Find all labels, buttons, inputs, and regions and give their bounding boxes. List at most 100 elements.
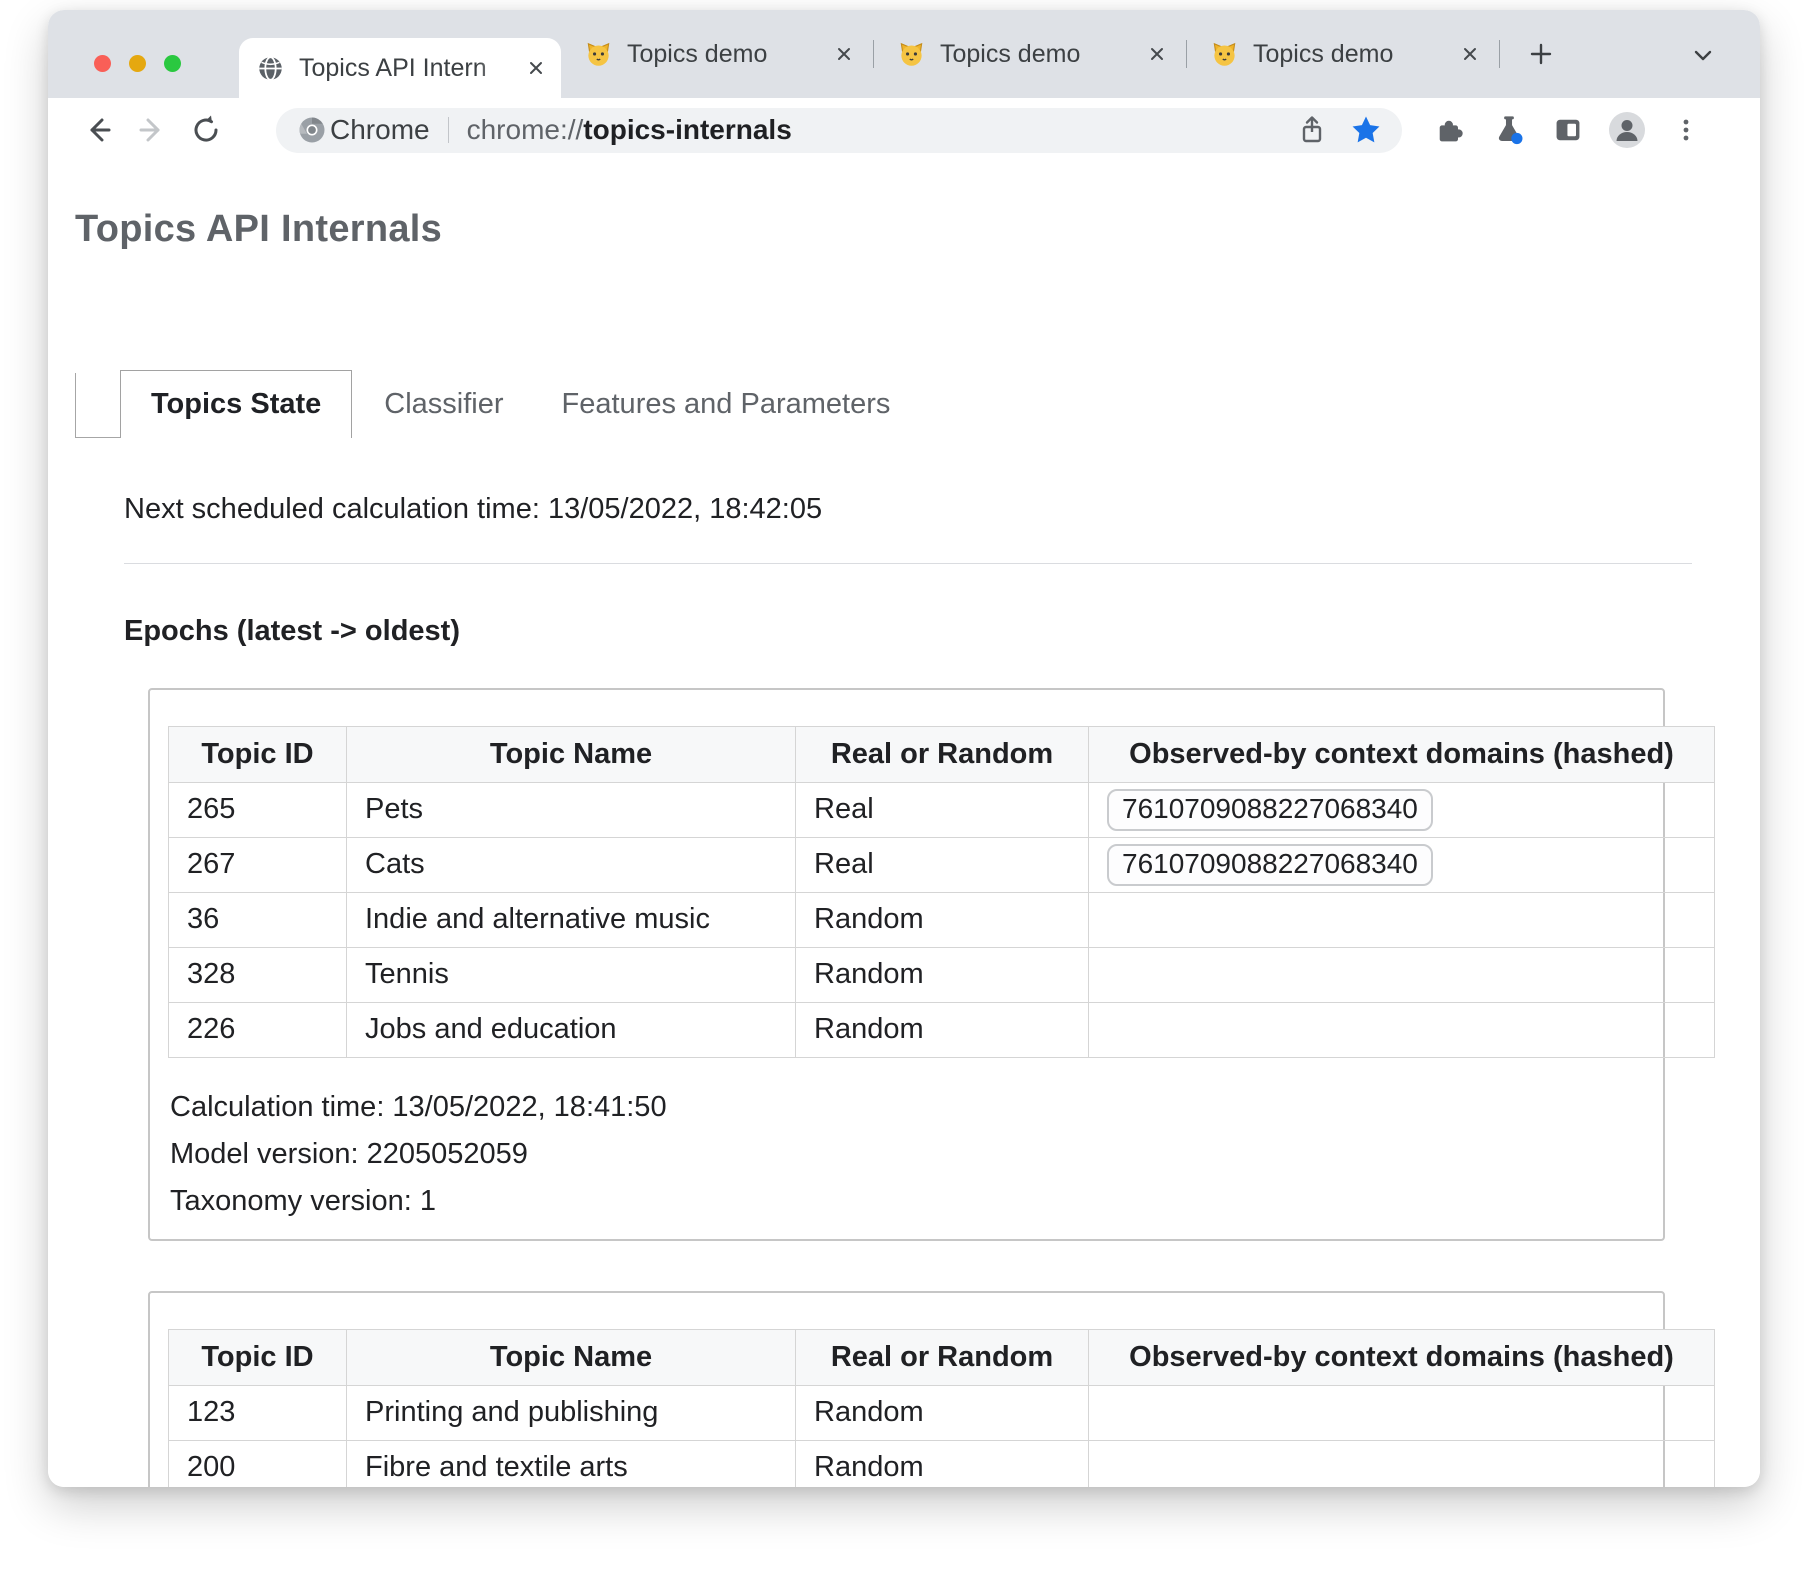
table-header-row: Topic IDTopic NameReal or RandomObserved… — [169, 1329, 1715, 1385]
browser-tab-topics-internals[interactable]: Topics API Intern — [239, 38, 561, 98]
tab-features-and-parameters[interactable]: Features and Parameters — [536, 371, 917, 438]
hashed-domain-chip: 7610709088227068340 — [1107, 789, 1433, 831]
cat-icon — [898, 41, 925, 68]
real-or-random-cell: Real — [796, 782, 1089, 837]
table-row: 226Jobs and educationRandom — [169, 1002, 1715, 1057]
cat-icon — [585, 41, 612, 68]
epoch-box: Topic IDTopic NameReal or RandomObserved… — [148, 688, 1665, 1241]
url-scheme: chrome:// — [467, 114, 584, 145]
page-content: Topics API Internals Topics State Classi… — [48, 162, 1760, 1487]
topic-name-cell: Pets — [347, 782, 796, 837]
topic-id-cell: 267 — [169, 837, 347, 892]
tab-close-icon[interactable] — [833, 43, 855, 65]
real-or-random-cell: Random — [796, 947, 1089, 1002]
real-or-random-cell: Real — [796, 837, 1089, 892]
topic-name-cell: Printing and publishing — [347, 1385, 796, 1440]
tab-overview-chevron-icon[interactable] — [1690, 42, 1716, 68]
column-header: Real or Random — [796, 726, 1089, 782]
share-icon[interactable] — [1294, 112, 1330, 148]
url-host: topics-internals — [583, 114, 791, 145]
taxonomy-version: Taxonomy version: 1 — [170, 1178, 1663, 1225]
browser-window: Topics API Intern Topics demo — [48, 10, 1760, 1487]
observed-domains-cell: 7610709088227068340 — [1089, 837, 1715, 892]
globe-icon — [257, 55, 284, 82]
table-row: 36Indie and alternative musicRandom — [169, 892, 1715, 947]
side-panel-icon[interactable] — [1548, 110, 1588, 150]
tab-title: Topics demo — [940, 40, 1138, 69]
epoch-topics-table: Topic IDTopic NameReal or RandomObserved… — [168, 726, 1715, 1058]
topic-name-cell: Cats — [347, 837, 796, 892]
experiments-flask-icon[interactable] — [1489, 110, 1529, 150]
observed-domains-cell — [1089, 1385, 1715, 1440]
real-or-random-cell: Random — [796, 1002, 1089, 1057]
calculation-time: Calculation time: 13/05/2022, 18:41:50 — [170, 1084, 1663, 1131]
tab-close-icon[interactable] — [1146, 43, 1168, 65]
browser-tab-topics-demo-3[interactable]: Topics demo — [1187, 10, 1499, 98]
topic-id-cell: 200 — [169, 1440, 347, 1487]
browser-tab-topics-demo-2[interactable]: Topics demo — [874, 10, 1186, 98]
page-tabs: Topics State Classifier Features and Par… — [75, 370, 1760, 438]
topic-id-cell: 36 — [169, 892, 347, 947]
topic-id-cell: 226 — [169, 1002, 347, 1057]
topics-state-panel: Next scheduled calculation time: 13/05/2… — [124, 493, 1692, 1487]
reload-button[interactable] — [186, 110, 226, 150]
close-window-button[interactable] — [94, 55, 111, 72]
tab-close-icon[interactable] — [525, 57, 547, 79]
column-header: Observed-by context domains (hashed) — [1089, 726, 1715, 782]
topic-name-cell: Fibre and textile arts — [347, 1440, 796, 1487]
epoch-box: Topic IDTopic NameReal or RandomObserved… — [148, 1291, 1665, 1487]
url-text: chrome://topics-internals — [467, 114, 792, 146]
browser-tab-strip: Topics API Intern Topics demo — [48, 10, 1760, 98]
menu-kebab-icon[interactable] — [1666, 110, 1706, 150]
divider — [124, 563, 1692, 564]
column-header: Observed-by context domains (hashed) — [1089, 1329, 1715, 1385]
observed-domains-cell — [1089, 1440, 1715, 1487]
topic-id-cell: 265 — [169, 782, 347, 837]
topic-name-cell: Indie and alternative music — [347, 892, 796, 947]
column-header: Topic ID — [169, 1329, 347, 1385]
profile-avatar[interactable] — [1607, 110, 1647, 150]
cat-icon — [1211, 41, 1238, 68]
real-or-random-cell: Random — [796, 892, 1089, 947]
observed-domains-cell — [1089, 1002, 1715, 1057]
tab-topics-state[interactable]: Topics State — [120, 370, 352, 438]
browser-tab-topics-demo-1[interactable]: Topics demo — [561, 10, 873, 98]
topic-id-cell: 328 — [169, 947, 347, 1002]
tab-title: Topics demo — [1253, 40, 1451, 69]
epochs-heading: Epochs (latest -> oldest) — [124, 615, 1692, 648]
next-calculation-time: Next scheduled calculation time: 13/05/2… — [124, 493, 1692, 526]
column-header: Real or Random — [796, 1329, 1089, 1385]
column-header: Topic ID — [169, 726, 347, 782]
real-or-random-cell: Random — [796, 1440, 1089, 1487]
tab-title: Topics demo — [627, 40, 825, 69]
bookmark-star-icon[interactable] — [1348, 112, 1384, 148]
topic-name-cell: Jobs and education — [347, 1002, 796, 1057]
real-or-random-cell: Random — [796, 1385, 1089, 1440]
table-row: 123Printing and publishingRandom — [169, 1385, 1715, 1440]
table-row: 267CatsReal 7610709088227068340 — [169, 837, 1715, 892]
column-header: Topic Name — [347, 726, 796, 782]
window-controls — [94, 55, 181, 72]
zoom-window-button[interactable] — [164, 55, 181, 72]
table-row: 265PetsReal 7610709088227068340 — [169, 782, 1715, 837]
epoch-meta: Calculation time: 13/05/2022, 18:41:50Mo… — [170, 1084, 1663, 1225]
back-button[interactable] — [78, 110, 118, 150]
tab-divider — [1499, 40, 1500, 68]
hashed-domain-chip: 7610709088227068340 — [1107, 844, 1433, 886]
topic-name-cell: Tennis — [347, 947, 796, 1002]
tab-close-icon[interactable] — [1459, 43, 1481, 65]
epoch-topics-table: Topic IDTopic NameReal or RandomObserved… — [168, 1329, 1715, 1487]
tab-baseline-stub — [75, 373, 120, 438]
table-header-row: Topic IDTopic NameReal or RandomObserved… — [169, 726, 1715, 782]
tab-classifier[interactable]: Classifier — [358, 371, 529, 438]
new-tab-button[interactable] — [1526, 39, 1556, 69]
forward-button[interactable] — [132, 110, 172, 150]
minimize-window-button[interactable] — [129, 55, 146, 72]
observed-domains-cell: 7610709088227068340 — [1089, 782, 1715, 837]
epochs-list: Topic IDTopic NameReal or RandomObserved… — [124, 688, 1692, 1487]
origin-chip-label: Chrome — [330, 114, 430, 146]
address-bar[interactable]: Chrome chrome://topics-internals — [276, 108, 1402, 153]
table-row: 328TennisRandom — [169, 947, 1715, 1002]
extensions-puzzle-icon[interactable] — [1430, 110, 1470, 150]
column-header: Topic Name — [347, 1329, 796, 1385]
